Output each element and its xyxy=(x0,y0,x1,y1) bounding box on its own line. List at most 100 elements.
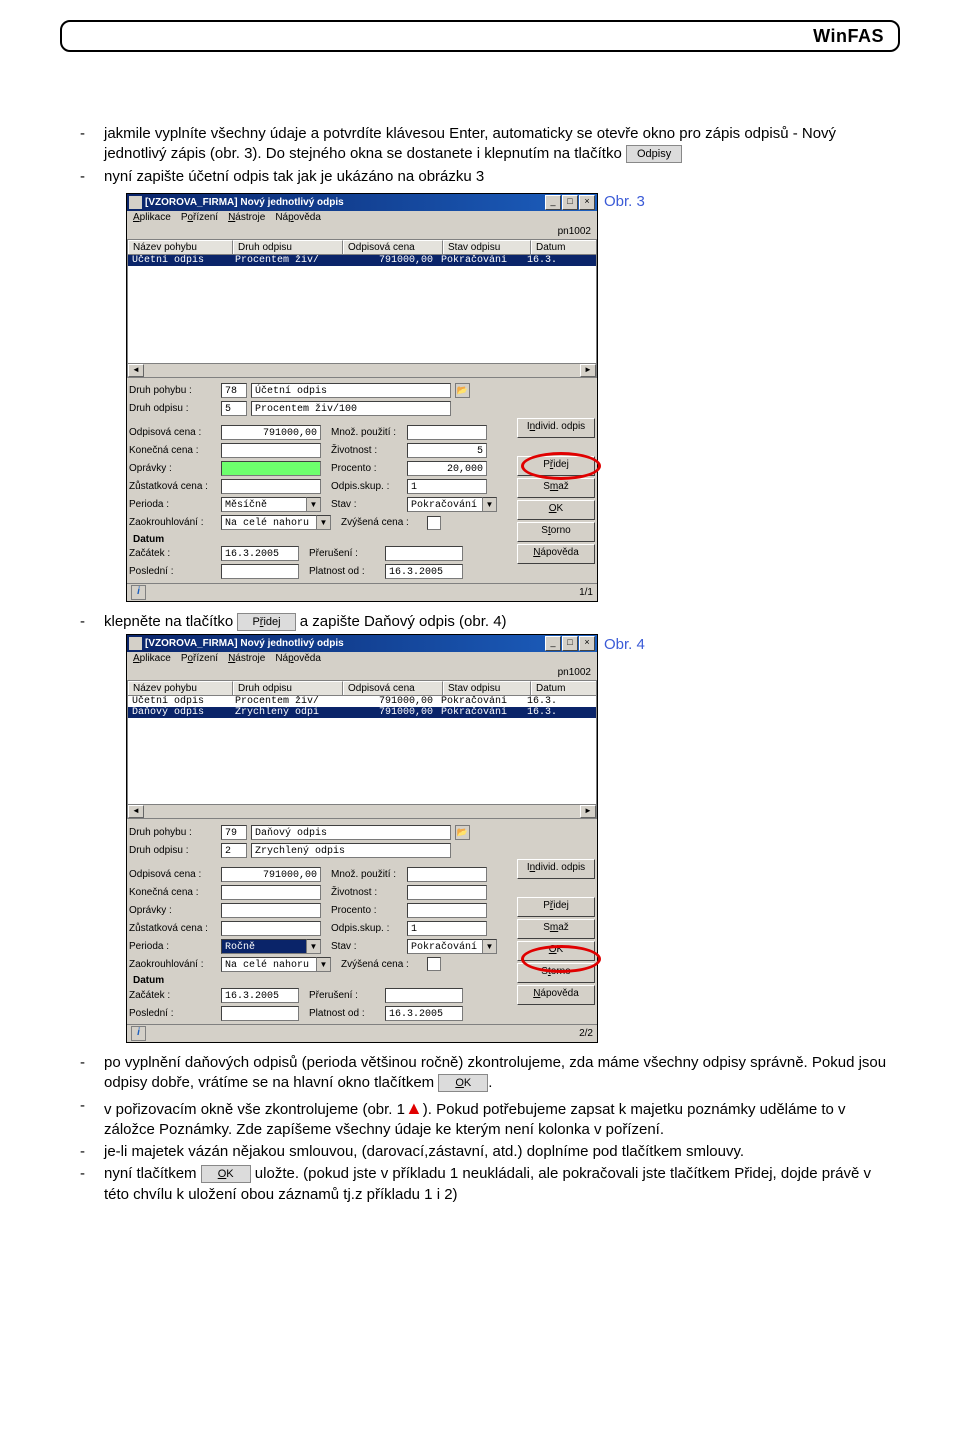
menu-item[interactable]: Aplikace xyxy=(133,212,171,223)
chevron-down-icon[interactable]: ▼ xyxy=(307,939,321,954)
chevron-down-icon[interactable]: ▼ xyxy=(307,497,321,512)
folder-icon[interactable]: 📂 xyxy=(455,383,470,398)
zacatek-input[interactable]: 16.3.2005 xyxy=(221,988,299,1003)
scroll-left-icon[interactable]: ◄ xyxy=(128,805,144,818)
ok-button[interactable]: OK xyxy=(517,500,595,520)
zacatek-input[interactable]: 16.3.2005 xyxy=(221,546,299,561)
horizontal-scrollbar[interactable]: ◄► xyxy=(127,364,597,378)
zustatkova-cena-input[interactable] xyxy=(221,479,321,494)
info-icon[interactable]: i xyxy=(131,585,146,600)
individ-odpis-button[interactable]: Individ. odpis xyxy=(517,418,595,438)
druh-pohybu-name-input[interactable]: Daňový odpis xyxy=(251,825,451,840)
druh-odpisu-code-input[interactable]: 2 xyxy=(221,843,247,858)
konecna-cena-input[interactable] xyxy=(221,885,321,900)
table-row[interactable]: Účetní odpisProcentem živ/791000,00Pokra… xyxy=(128,255,596,266)
column-header[interactable]: Druh odpisu xyxy=(233,240,343,254)
pridej-button[interactable]: Přidej xyxy=(517,456,595,476)
chevron-down-icon[interactable]: ▼ xyxy=(483,939,497,954)
platnost-od-input[interactable]: 16.3.2005 xyxy=(385,1006,463,1021)
table-row[interactable]: Daňový odpisZrychlený odpi791000,00Pokra… xyxy=(128,707,596,718)
odpisova-cena-input[interactable]: 791000,00 xyxy=(221,425,321,440)
column-header[interactable]: Název pohybu xyxy=(128,240,233,254)
zivotnost-input[interactable] xyxy=(407,885,487,900)
titlebar[interactable]: [VZOROVA_FIRMA] Nový jednotlivý odpis_□× xyxy=(127,194,597,211)
druh-odpisu-name-input[interactable]: Zrychlený odpis xyxy=(251,843,451,858)
napoveda-button[interactable]: Nápověda xyxy=(517,544,595,564)
zustatkova-cena-input[interactable] xyxy=(221,921,321,936)
scroll-right-icon[interactable]: ► xyxy=(580,364,596,377)
grid-body[interactable]: Účetní odpisProcentem živ/791000,00Pokra… xyxy=(127,254,597,364)
scroll-right-icon[interactable]: ► xyxy=(580,805,596,818)
table-row[interactable]: Účetní odpisProcentem živ/791000,00Pokra… xyxy=(128,696,596,707)
menu-item[interactable]: Nástroje xyxy=(228,653,265,664)
zvysena-cena-checkbox[interactable] xyxy=(427,957,441,971)
grid-body[interactable]: Účetní odpisProcentem živ/791000,00Pokra… xyxy=(127,695,597,805)
opravky-input[interactable] xyxy=(221,461,321,476)
smaz-button[interactable]: Smaž xyxy=(517,478,595,498)
druh-pohybu-name-input[interactable]: Účetní odpis xyxy=(251,383,451,398)
column-header[interactable]: Stav odpisu xyxy=(443,681,531,695)
procento-input[interactable] xyxy=(407,903,487,918)
info-icon[interactable]: i xyxy=(131,1026,146,1041)
folder-icon[interactable]: 📂 xyxy=(455,825,470,840)
menu-item[interactable]: Nástroje xyxy=(228,212,265,223)
individ-odpis-button[interactable]: Individ. odpis xyxy=(517,859,595,879)
zaokrouhlovani-dropdown[interactable]: Na celé nahoru▼ xyxy=(221,515,331,530)
opravky-input[interactable] xyxy=(221,903,321,918)
column-header[interactable]: Druh odpisu xyxy=(233,681,343,695)
smaz-button[interactable]: Smaž xyxy=(517,919,595,939)
ok-button-inline-2[interactable]: OK xyxy=(201,1165,251,1183)
konecna-cena-input[interactable] xyxy=(221,443,321,458)
druh-pohybu-code-input[interactable]: 79 xyxy=(221,825,247,840)
menu-item[interactable]: Pořízení xyxy=(181,653,218,664)
menu-item[interactable]: Nápověda xyxy=(275,212,321,223)
titlebar[interactable]: [VZOROVA_FIRMA] Nový jednotlivý odpis_□× xyxy=(127,635,597,652)
pridej-button[interactable]: Přidej xyxy=(517,897,595,917)
scroll-left-icon[interactable]: ◄ xyxy=(128,364,144,377)
posledni-input[interactable] xyxy=(221,564,299,579)
stav-dropdown[interactable]: Pokračování▼ xyxy=(407,497,497,512)
odpis-skup-input[interactable]: 1 xyxy=(407,921,487,936)
column-header[interactable]: Stav odpisu xyxy=(443,240,531,254)
ok-button[interactable]: OK xyxy=(517,941,595,961)
maximize-button[interactable]: □ xyxy=(562,195,578,210)
column-header[interactable]: Odpisová cena xyxy=(343,681,443,695)
menu-item[interactable]: Aplikace xyxy=(133,653,171,664)
druh-pohybu-code-input[interactable]: 78 xyxy=(221,383,247,398)
chevron-down-icon[interactable]: ▼ xyxy=(317,957,331,972)
minimize-button[interactable]: _ xyxy=(545,195,561,210)
mnoz-pouziti-input[interactable] xyxy=(407,425,487,440)
stav-dropdown[interactable]: Pokračování▼ xyxy=(407,939,497,954)
preruseni-input[interactable] xyxy=(385,988,463,1003)
druh-odpisu-code-input[interactable]: 5 xyxy=(221,401,247,416)
horizontal-scrollbar[interactable]: ◄► xyxy=(127,805,597,819)
preruseni-input[interactable] xyxy=(385,546,463,561)
column-header[interactable]: Datum xyxy=(531,681,596,695)
chevron-down-icon[interactable]: ▼ xyxy=(483,497,497,512)
zivotnost-input[interactable]: 5 xyxy=(407,443,487,458)
maximize-button[interactable]: □ xyxy=(562,636,578,651)
pridej-button-inline[interactable]: Přidej xyxy=(237,613,295,631)
minimize-button[interactable]: _ xyxy=(545,636,561,651)
storno-button[interactable]: Storno xyxy=(517,963,595,983)
column-header[interactable]: Název pohybu xyxy=(128,681,233,695)
menu-item[interactable]: Pořízení xyxy=(181,212,218,223)
posledni-input[interactable] xyxy=(221,1006,299,1021)
odpisy-button-inline[interactable]: Odpisy xyxy=(626,145,682,163)
ok-button-inline[interactable]: OK xyxy=(438,1074,488,1092)
close-button[interactable]: × xyxy=(579,195,595,210)
perioda-dropdown[interactable]: Ročně▼ xyxy=(221,939,321,954)
zvysena-cena-checkbox[interactable] xyxy=(427,516,441,530)
odpis-skup-input[interactable]: 1 xyxy=(407,479,487,494)
mnoz-pouziti-input[interactable] xyxy=(407,867,487,882)
zaokrouhlovani-dropdown[interactable]: Na celé nahoru▼ xyxy=(221,957,331,972)
menu-item[interactable]: Nápověda xyxy=(275,653,321,664)
procento-input[interactable]: 20,000 xyxy=(407,461,487,476)
perioda-dropdown[interactable]: Měsíčně▼ xyxy=(221,497,321,512)
storno-button[interactable]: Storno xyxy=(517,522,595,542)
napoveda-button[interactable]: Nápověda xyxy=(517,985,595,1005)
odpisova-cena-input[interactable]: 791000,00 xyxy=(221,867,321,882)
column-header[interactable]: Datum xyxy=(531,240,596,254)
platnost-od-input[interactable]: 16.3.2005 xyxy=(385,564,463,579)
chevron-down-icon[interactable]: ▼ xyxy=(317,515,331,530)
